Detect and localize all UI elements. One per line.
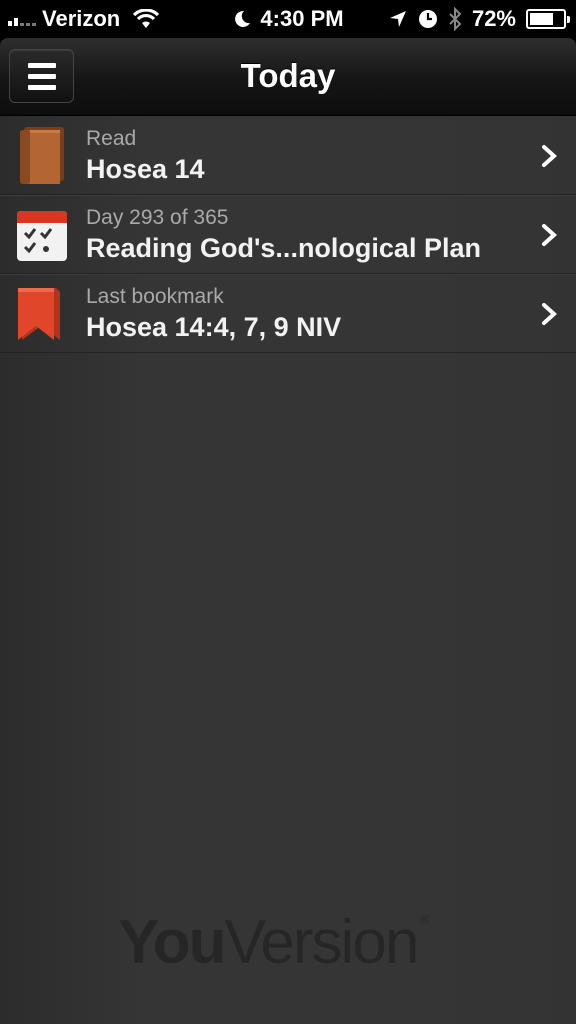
list-item-plan[interactable]: Day 293 of 365 Reading God's...nological… xyxy=(0,195,576,274)
item-text: Read Hosea 14 xyxy=(86,126,516,186)
item-text: Day 293 of 365 Reading God's...nological… xyxy=(86,205,516,265)
item-title: Hosea 14 xyxy=(86,154,205,184)
logo-registered: ® xyxy=(419,911,429,927)
battery-icon xyxy=(526,9,570,29)
youversion-logo: You Version ® xyxy=(118,907,430,978)
item-text: Last bookmark Hosea 14:4, 7, 9 NIV xyxy=(86,284,516,344)
item-subtitle: Day 293 of 365 xyxy=(86,206,229,229)
nav-bar: Today xyxy=(0,38,576,116)
calendar-checklist-icon xyxy=(17,211,67,261)
item-title: Reading God's...nological Plan xyxy=(86,233,481,263)
status-right: 72% xyxy=(388,0,570,38)
hamburger-menu-icon xyxy=(27,73,56,79)
moon-icon xyxy=(235,10,251,27)
status-bar: Verizon 4:30 PM 72% xyxy=(0,0,576,38)
battery-fill xyxy=(530,13,554,25)
item-subtitle: Last bookmark xyxy=(86,285,224,308)
logo-version: Version xyxy=(224,908,420,977)
page-title: Today xyxy=(240,57,336,94)
item-subtitle: Read xyxy=(86,127,137,150)
book-icon xyxy=(20,127,64,184)
list-item-bookmark[interactable]: Last bookmark Hosea 14:4, 7, 9 NIV xyxy=(0,274,576,353)
today-list: Read Hosea 14 Day 293 of 365 Reading God… xyxy=(0,116,576,1024)
hamburger-menu-icon xyxy=(27,62,56,68)
chevron-right-icon xyxy=(542,224,557,246)
status-time: 4:30 PM xyxy=(260,6,344,31)
logo-you: You xyxy=(118,908,226,977)
item-title: Hosea 14:4, 7, 9 NIV xyxy=(86,312,342,342)
bluetooth-icon xyxy=(449,7,462,31)
hamburger-menu-icon xyxy=(27,84,56,90)
bookmark-icon xyxy=(18,288,60,340)
location-icon xyxy=(389,11,406,27)
clock-icon xyxy=(418,10,437,28)
list-item-read[interactable]: Read Hosea 14 xyxy=(0,116,576,195)
battery-percent: 72% xyxy=(471,6,516,31)
menu-button[interactable] xyxy=(9,49,74,103)
chevron-right-icon xyxy=(542,303,557,325)
chevron-right-icon xyxy=(542,145,557,167)
